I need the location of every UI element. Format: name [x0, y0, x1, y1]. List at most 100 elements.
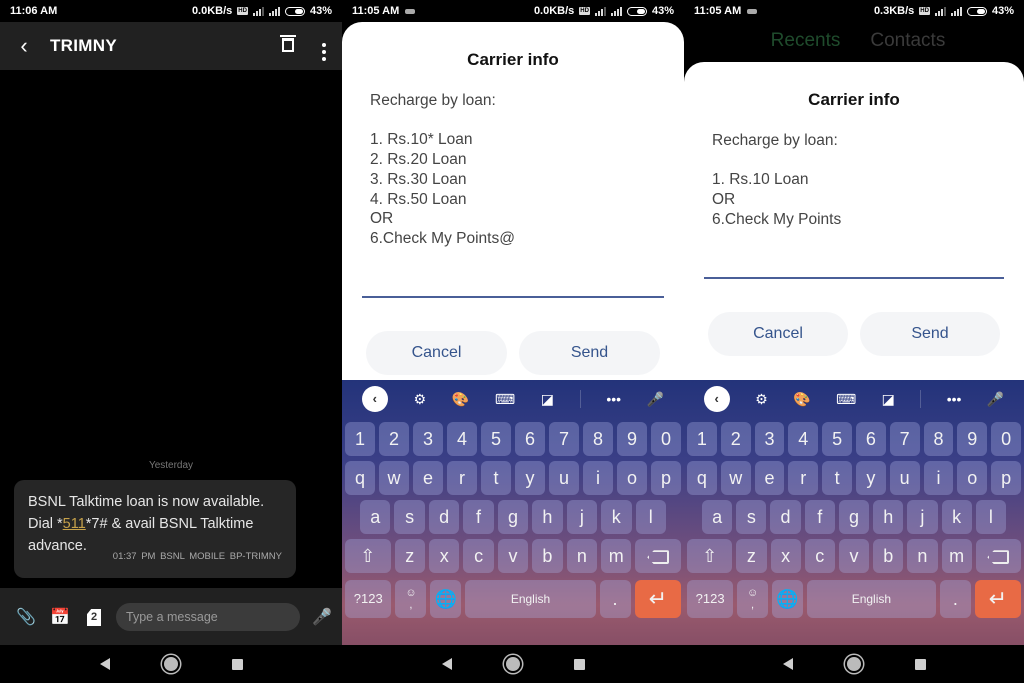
- key[interactable]: f: [804, 500, 835, 534]
- nav-home-icon[interactable]: [846, 657, 861, 671]
- key[interactable]: 0: [991, 422, 1021, 456]
- key[interactable]: d: [428, 500, 460, 534]
- attach-button[interactable]: 📎: [14, 607, 38, 627]
- key[interactable]: 7: [889, 422, 920, 456]
- key[interactable]: 2: [379, 422, 409, 456]
- key[interactable]: r: [447, 461, 477, 495]
- key[interactable]: 7: [549, 422, 579, 456]
- key[interactable]: m: [941, 539, 972, 573]
- key[interactable]: q: [345, 461, 375, 495]
- nav-back-icon[interactable]: [99, 658, 110, 670]
- key[interactable]: f: [463, 500, 494, 534]
- key[interactable]: 4: [788, 422, 819, 456]
- nav-recents-icon[interactable]: [573, 658, 585, 670]
- key[interactable]: j: [907, 500, 938, 534]
- key[interactable]: a: [360, 500, 391, 534]
- key[interactable]: 1: [345, 422, 375, 456]
- nav-home-icon[interactable]: [505, 657, 520, 671]
- nav-back-icon[interactable]: [441, 658, 452, 670]
- key[interactable]: x: [429, 539, 460, 573]
- key[interactable]: q: [687, 461, 717, 495]
- reply-input[interactable]: [362, 296, 664, 298]
- mic-icon[interactable]: 🎤: [647, 391, 664, 408]
- enter-key[interactable]: ↵: [974, 580, 1021, 618]
- key[interactable]: y: [855, 461, 886, 495]
- sim-select-button[interactable]: 2: [82, 607, 106, 626]
- resize-icon[interactable]: ◪: [882, 391, 895, 408]
- key[interactable]: j: [566, 500, 598, 534]
- key[interactable]: 1: [687, 422, 717, 456]
- key[interactable]: i: [583, 461, 613, 495]
- key[interactable]: h: [532, 500, 563, 534]
- key[interactable]: w: [379, 461, 409, 495]
- symbols-key[interactable]: ?123: [687, 580, 734, 618]
- settings-icon[interactable]: ⚙: [414, 391, 427, 408]
- key[interactable]: i: [923, 461, 954, 495]
- mic-icon[interactable]: 🎤: [987, 391, 1004, 408]
- key[interactable]: p: [651, 461, 681, 495]
- key[interactable]: c: [463, 539, 494, 573]
- key[interactable]: 6: [515, 422, 545, 456]
- send-button[interactable]: Send: [519, 331, 660, 375]
- keyboard-layout-icon[interactable]: ⌨: [836, 391, 856, 408]
- key[interactable]: d: [770, 500, 801, 534]
- key[interactable]: b: [532, 539, 563, 573]
- settings-icon[interactable]: ⚙: [755, 391, 768, 408]
- space-key[interactable]: English: [806, 580, 937, 618]
- key[interactable]: p: [991, 461, 1021, 495]
- theme-palette-icon[interactable]: 🎨: [793, 391, 810, 408]
- key[interactable]: e: [413, 461, 443, 495]
- collapse-toolbar-button[interactable]: ‹: [361, 386, 388, 412]
- key[interactable]: 4: [447, 422, 477, 456]
- key[interactable]: 8: [923, 422, 954, 456]
- tab-contacts[interactable]: Contacts: [870, 30, 945, 52]
- key[interactable]: l: [635, 500, 666, 534]
- cancel-button[interactable]: Cancel: [366, 331, 507, 375]
- language-key[interactable]: 🌐: [771, 580, 803, 618]
- key[interactable]: w: [720, 461, 751, 495]
- key[interactable]: k: [601, 500, 632, 534]
- key[interactable]: t: [822, 461, 852, 495]
- schedule-button[interactable]: 📅: [48, 607, 72, 627]
- key[interactable]: y: [515, 461, 545, 495]
- key[interactable]: z: [736, 539, 767, 573]
- more-icon[interactable]: •••: [947, 391, 962, 407]
- key[interactable]: b: [873, 539, 904, 573]
- key[interactable]: n: [907, 539, 938, 573]
- key[interactable]: o: [957, 461, 988, 495]
- key[interactable]: 3: [413, 422, 443, 456]
- key[interactable]: n: [566, 539, 598, 573]
- ussd-code-link[interactable]: 511: [63, 516, 86, 532]
- key[interactable]: 6: [855, 422, 886, 456]
- keyboard-layout-icon[interactable]: ⌨: [495, 391, 515, 408]
- key[interactable]: 2: [720, 422, 751, 456]
- tab-recents[interactable]: Recents: [771, 30, 841, 52]
- key[interactable]: c: [804, 539, 835, 573]
- key[interactable]: 8: [583, 422, 613, 456]
- key[interactable]: v: [838, 539, 870, 573]
- period-key[interactable]: .: [940, 580, 971, 618]
- enter-key[interactable]: ↵: [634, 580, 682, 618]
- space-key[interactable]: English: [465, 580, 596, 618]
- emoji-comma-key[interactable]: ☺,: [395, 580, 427, 618]
- key[interactable]: s: [394, 500, 425, 534]
- nav-recents-icon[interactable]: [231, 658, 243, 670]
- shift-key[interactable]: ⇧: [687, 539, 733, 573]
- key[interactable]: m: [601, 539, 632, 573]
- key[interactable]: 9: [617, 422, 647, 456]
- key[interactable]: 0: [651, 422, 681, 456]
- reply-input[interactable]: [704, 277, 1004, 279]
- key[interactable]: v: [497, 539, 529, 573]
- key[interactable]: o: [617, 461, 647, 495]
- cancel-button[interactable]: Cancel: [708, 312, 848, 356]
- back-button[interactable]: ‹: [0, 22, 48, 70]
- backspace-key[interactable]: [975, 539, 1022, 573]
- collapse-toolbar-button[interactable]: ‹: [703, 386, 730, 412]
- key[interactable]: t: [481, 461, 511, 495]
- key[interactable]: e: [754, 461, 785, 495]
- key[interactable]: g: [497, 500, 529, 534]
- message-input[interactable]: Type a message: [116, 602, 300, 631]
- key[interactable]: u: [549, 461, 579, 495]
- nav-home-icon[interactable]: [163, 657, 178, 671]
- key[interactable]: r: [788, 461, 819, 495]
